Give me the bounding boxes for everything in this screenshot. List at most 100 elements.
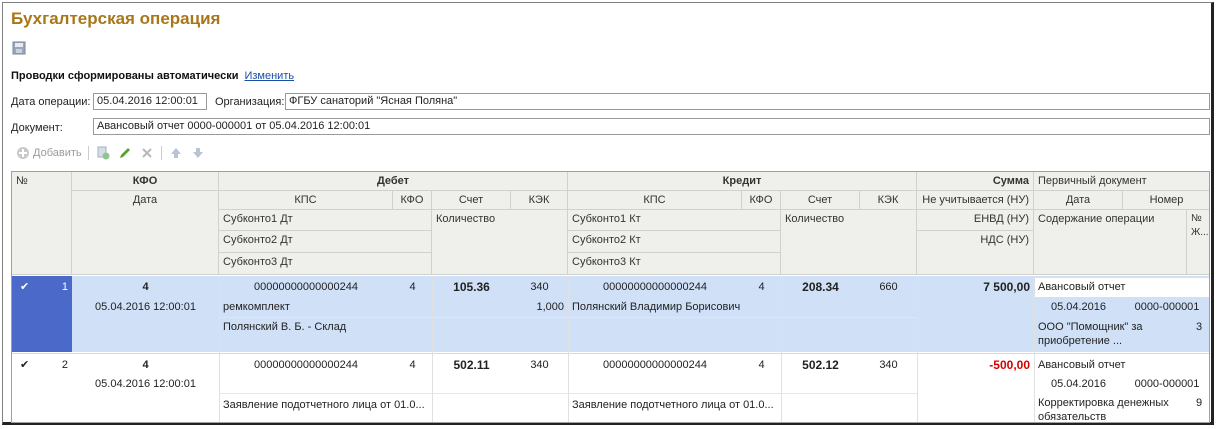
- row-sum: -500,00: [989, 358, 1030, 372]
- row-check-icon: ✔: [20, 281, 30, 293]
- envd-header[interactable]: ЕНВД (НУ): [917, 210, 1034, 231]
- primary-number-header[interactable]: Номер: [1123, 191, 1209, 210]
- toolbar: Добавить: [15, 145, 206, 161]
- credit-sub3-header[interactable]: Субконто3 Кт: [568, 253, 781, 275]
- row-journal-num: 3: [1195, 321, 1203, 333]
- row-subdivider: [219, 393, 917, 394]
- debit-sub1-header[interactable]: Субконто1 Дт: [219, 210, 432, 231]
- journal-num-header[interactable]: № Ж...: [1187, 210, 1209, 275]
- row-journal-num: 9: [1195, 397, 1203, 409]
- row-number: 2: [61, 359, 68, 371]
- col-kfo-header[interactable]: КФО: [72, 172, 219, 191]
- row-debit-sub2: Заявление подотчетного лица от 01.0...: [223, 399, 425, 411]
- row-date: 05.04.2016 12:00:01: [95, 301, 196, 313]
- auto-posting-text: Проводки сформированы автоматически: [11, 70, 239, 82]
- date-label: Дата операции:: [11, 96, 91, 108]
- col-divider: [917, 276, 918, 422]
- toolbar-separator: [87, 146, 89, 160]
- row-date: 05.04.2016 12:00:01: [95, 378, 196, 390]
- col-divider: [1034, 276, 1035, 422]
- nds-header[interactable]: НДС (НУ): [917, 231, 1034, 275]
- row-debit-kek: 340: [530, 281, 549, 293]
- row-credit-kps: 00000000000000244: [602, 281, 707, 293]
- debit-qty-header[interactable]: Количество: [432, 210, 568, 275]
- credit-kps-header[interactable]: КПС: [568, 191, 742, 210]
- row-content: Корректировка денежных обязательств: [1038, 397, 1169, 423]
- row-credit-sub1: Полянский Владимир Борисович: [572, 301, 741, 313]
- row-debit-kek: 340: [530, 359, 549, 371]
- add-button[interactable]: Добавить: [33, 147, 82, 159]
- row-debit-sub2: Полянский В. Б. - Склад: [223, 321, 347, 333]
- credit-sub2-header[interactable]: Субконто2 Кт: [568, 231, 781, 253]
- row-primary-date: 05.04.2016: [1050, 301, 1107, 313]
- edit-icon[interactable]: [117, 145, 133, 161]
- row-primary-doc: Авансовый отчет: [1034, 278, 1209, 297]
- primary-date-header[interactable]: Дата: [1034, 191, 1123, 210]
- credit-qty-header[interactable]: Количество: [781, 210, 917, 275]
- row-number: 1: [61, 281, 68, 293]
- not-counted-header[interactable]: Не учитывается (НУ): [917, 191, 1034, 210]
- credit-header: Кредит: [568, 172, 917, 191]
- row-debit-kps: 00000000000000244: [253, 359, 358, 371]
- col-divider: [432, 276, 433, 422]
- debit-account-header[interactable]: Счет: [432, 191, 511, 210]
- row-subdivider: [219, 317, 917, 318]
- row-debit-kps: 00000000000000244: [253, 281, 358, 293]
- col-divider: [781, 276, 782, 422]
- change-link[interactable]: Изменить: [244, 70, 294, 82]
- org-field[interactable]: ФГБУ санаторий "Ясная Поляна": [285, 93, 1210, 110]
- postings-table: № КФО Дата Дебет КПС КФО Счет КЭК Субкон…: [11, 171, 1210, 423]
- copy-icon[interactable]: [95, 145, 111, 161]
- credit-sub1-header[interactable]: Субконто1 Кт: [568, 210, 781, 231]
- debit-kfo-header[interactable]: КФО: [393, 191, 432, 210]
- row-debit-account: 502.11: [453, 358, 490, 372]
- operation-window: Бухгалтерская операция Проводки сформиро…: [2, 2, 1214, 425]
- sum-header[interactable]: Сумма: [917, 172, 1034, 191]
- col-divider: [568, 276, 569, 422]
- content-header[interactable]: Содержание операции: [1034, 210, 1187, 275]
- row-content: ООО "Помощник" за приобретение ...: [1038, 321, 1143, 347]
- date-field[interactable]: 05.04.2016 12:00:01: [93, 93, 207, 110]
- row-credit-kek: 340: [879, 359, 898, 371]
- move-up-icon[interactable]: [168, 145, 184, 161]
- row-credit-sub2: Заявление подотчетного лица от 01.0...: [572, 399, 774, 411]
- row-credit-kfo: 4: [758, 359, 765, 371]
- row-primary-doc: Авансовый отчет: [1038, 359, 1126, 371]
- debit-header: Дебет: [219, 172, 568, 191]
- row-debit-account: 105.36: [453, 280, 490, 294]
- doc-label: Документ:: [11, 122, 63, 134]
- row-primary-date: 05.04.2016: [1050, 378, 1107, 390]
- row-kfo: 4: [142, 359, 149, 371]
- primary-doc-header[interactable]: Первичный документ: [1034, 172, 1209, 191]
- row-credit-account: 502.12: [802, 358, 839, 372]
- debit-kps-header[interactable]: КПС: [219, 191, 393, 210]
- row-sum: 7 500,00: [983, 280, 1030, 294]
- row-credit-kek: 660: [879, 281, 898, 293]
- col-divider: [219, 276, 220, 422]
- window-title: Бухгалтерская операция: [11, 9, 221, 28]
- debit-sub3-header[interactable]: Субконто3 Дт: [219, 253, 432, 275]
- row-debit-qty: 1,000: [536, 301, 564, 313]
- row-debit-kfo: 4: [409, 281, 416, 293]
- move-down-icon[interactable]: [190, 145, 206, 161]
- org-label: Организация:: [215, 96, 285, 108]
- credit-kek-header[interactable]: КЭК: [860, 191, 917, 210]
- delete-icon[interactable]: [139, 145, 155, 161]
- toolbar-separator: [160, 146, 162, 160]
- auto-posting-info: Проводки сформированы автоматически Измен…: [11, 70, 294, 82]
- credit-account-header[interactable]: Счет: [781, 191, 860, 210]
- debit-kek-header[interactable]: КЭК: [511, 191, 568, 210]
- credit-kfo-header[interactable]: КФО: [742, 191, 781, 210]
- col-num-header[interactable]: №: [12, 172, 72, 275]
- row-check-icon: ✔: [20, 359, 30, 371]
- row-kfo: 4: [142, 281, 149, 293]
- row-primary-number: 0000-000001: [1134, 378, 1200, 390]
- row-debit-sub1: ремкомплект: [223, 301, 290, 313]
- col-date-header[interactable]: Дата: [72, 191, 219, 275]
- add-icon[interactable]: [15, 145, 31, 161]
- save-icon[interactable]: [12, 41, 26, 55]
- row-debit-kfo: 4: [409, 359, 416, 371]
- row-credit-kfo: 4: [758, 281, 765, 293]
- doc-field[interactable]: Авансовый отчет 0000-000001 от 05.04.201…: [93, 118, 1210, 135]
- debit-sub2-header[interactable]: Субконто2 Дт: [219, 231, 432, 253]
